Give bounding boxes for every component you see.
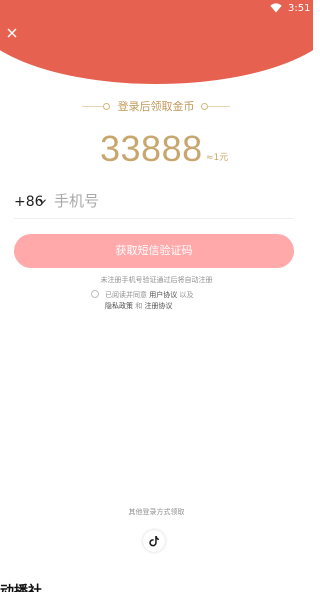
decorative-line — [82, 106, 104, 107]
reward-title-row: 登录后领取金币 — [0, 97, 313, 117]
status-bar: 3:51 — [0, 0, 313, 18]
phone-input-row: +86 — [14, 186, 294, 219]
agreement-and-text: 以及 — [179, 291, 194, 299]
tiktok-icon — [149, 536, 159, 547]
user-agreement-link[interactable]: 用户协议 — [149, 291, 177, 299]
coin-equivalent: ≈1元 — [206, 153, 229, 163]
wifi-icon — [270, 3, 282, 13]
decorative-dot — [103, 103, 110, 110]
decorative-line — [208, 106, 230, 107]
chevron-down-icon[interactable] — [39, 199, 46, 204]
get-sms-code-button[interactable]: 获取短信验证码 — [14, 234, 294, 268]
coin-amount: 33888 — [100, 128, 203, 169]
register-agreement-link[interactable]: 注册协议 — [144, 302, 172, 310]
agreement-and-text: 和 — [135, 302, 143, 310]
agreement-checkbox[interactable] — [91, 290, 99, 298]
agreement-prefix: 已阅读并同意 — [105, 291, 147, 299]
phone-number-input[interactable] — [54, 188, 284, 214]
other-login-label: 其他登录方式领取 — [128, 508, 185, 516]
bottom-clipped-text: 动播社 — [0, 584, 42, 592]
decorative-dot — [201, 103, 208, 110]
auto-register-hint: 未注册手机号验证通过后将自动注册 — [100, 276, 213, 284]
status-time: 3:51 — [288, 3, 311, 14]
login-page: 3:51 登录后领取金币 33888 ≈1元 +86 获取短信验证码 未注册手机… — [0, 0, 313, 592]
reward-title: 登录后领取金币 — [117, 100, 195, 113]
tiktok-login-button[interactable] — [143, 530, 165, 552]
agreement-row-second-line: 隐私政策 和 注册协议 — [105, 300, 172, 312]
privacy-policy-link[interactable]: 隐私政策 — [105, 302, 133, 310]
close-icon[interactable] — [4, 25, 20, 41]
